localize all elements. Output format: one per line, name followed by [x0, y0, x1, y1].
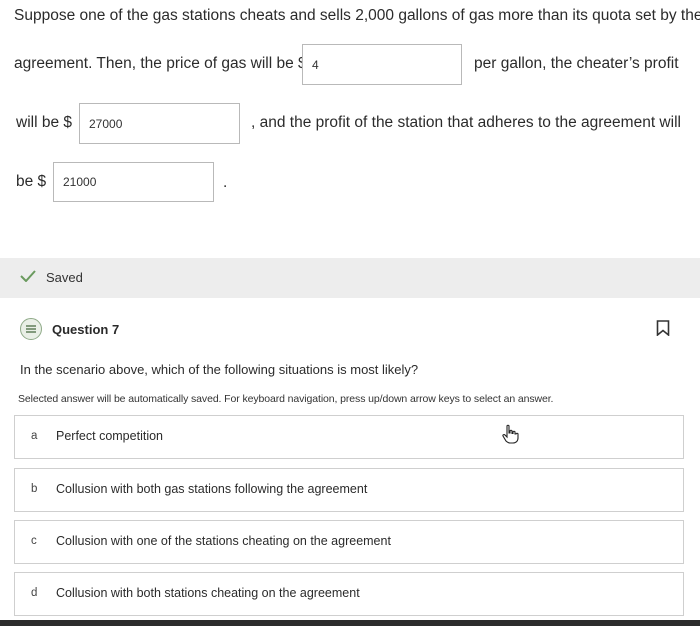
option-text: Collusion with one of the stations cheat…: [56, 534, 391, 548]
window-bottom-edge: [0, 620, 700, 626]
option-letter: b: [31, 483, 38, 495]
option-letter: d: [31, 587, 38, 599]
cheater-profit-input[interactable]: 27000: [79, 103, 240, 144]
adherer-profit-input[interactable]: 21000: [53, 162, 214, 202]
question-list-icon: [20, 318, 42, 340]
price-input[interactable]: 4: [302, 44, 462, 85]
question-text-line-2-prefix: agreement. Then, the price of gas will b…: [14, 55, 307, 72]
option-letter: a: [31, 430, 38, 442]
hand-pointer-icon: [502, 424, 519, 444]
option-text: Collusion with both stations cheating on…: [56, 586, 360, 600]
question-title: Question 7: [52, 322, 120, 337]
option-text: Collusion with both gas stations followi…: [56, 482, 368, 496]
bookmark-icon[interactable]: [656, 320, 670, 336]
answer-option-b[interactable]: b Collusion with both gas stations follo…: [14, 468, 684, 512]
question-prompt: In the scenario above, which of the foll…: [20, 362, 419, 377]
question-text-line-3-prefix: will be $: [16, 114, 72, 131]
check-icon: [20, 270, 36, 282]
answer-option-a[interactable]: a Perfect competition: [14, 415, 684, 459]
question-text-line-4-suffix: .: [223, 174, 228, 191]
option-text: Perfect competition: [56, 429, 163, 443]
question-text-line-3-suffix: , and the profit of the station that adh…: [251, 114, 681, 131]
question-text-line-4-prefix: be $: [16, 173, 47, 190]
answer-option-d[interactable]: d Collusion with both stations cheating …: [14, 572, 684, 616]
saved-label: Saved: [46, 270, 83, 285]
option-letter: c: [31, 535, 37, 547]
question-text-line-2-suffix: per gallon, the cheater’s profit: [474, 55, 679, 72]
answer-instructions: Selected answer will be automatically sa…: [18, 393, 554, 405]
question-text-line-1: Suppose one of the gas stations cheats a…: [14, 7, 700, 24]
saved-status-bar: [0, 258, 700, 298]
answer-option-c[interactable]: c Collusion with one of the stations che…: [14, 520, 684, 564]
